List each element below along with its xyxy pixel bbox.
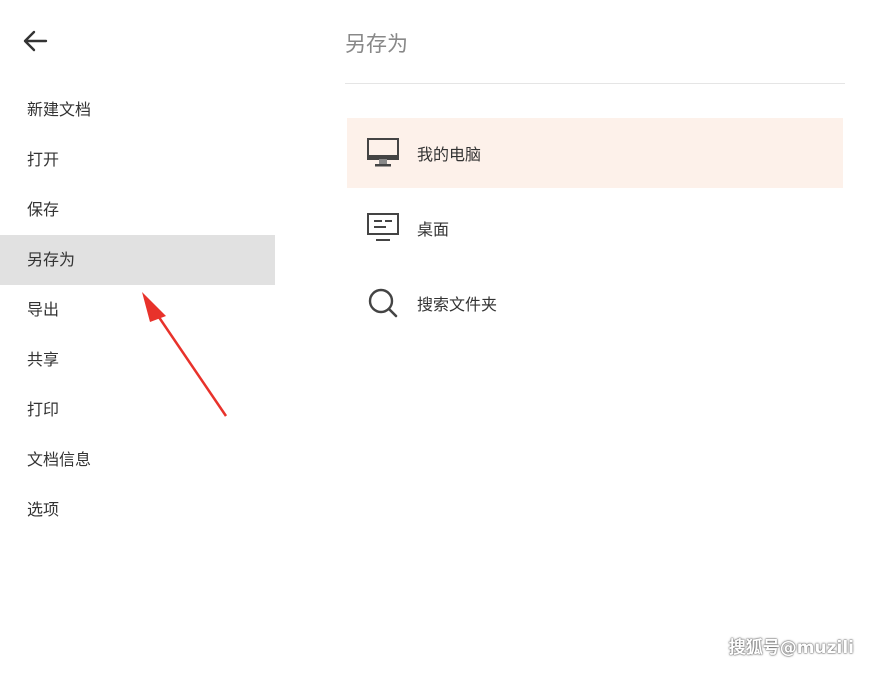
location-desktop[interactable]: 桌面 xyxy=(347,193,843,263)
desktop-icon xyxy=(365,210,401,246)
sidebar-item-open[interactable]: 打开 xyxy=(0,135,275,185)
back-button[interactable] xyxy=(18,26,52,60)
watermark: 搜狐号@muzili xyxy=(728,638,854,658)
sidebar-item-new-document[interactable]: 新建文档 xyxy=(0,85,275,135)
location-my-computer[interactable]: 我的电脑 xyxy=(347,118,843,188)
divider xyxy=(345,83,845,84)
location-search-folder[interactable]: 搜索文件夹 xyxy=(347,268,843,338)
location-label: 我的电脑 xyxy=(417,145,482,164)
search-icon xyxy=(365,285,401,321)
location-list: 我的电脑 桌面 搜索文件夹 xyxy=(347,118,843,343)
sidebar-item-options[interactable]: 选项 xyxy=(0,485,275,535)
page-title: 另存为 xyxy=(345,32,408,56)
sidebar-item-save-as[interactable]: 另存为 xyxy=(0,235,275,285)
location-label: 桌面 xyxy=(417,220,450,239)
sidebar-item-save[interactable]: 保存 xyxy=(0,185,275,235)
computer-icon xyxy=(365,135,401,171)
annotation-arrow xyxy=(136,288,236,424)
location-label: 搜索文件夹 xyxy=(417,295,498,314)
sidebar-item-document-info[interactable]: 文档信息 xyxy=(0,435,275,485)
arrow-left-icon xyxy=(22,30,48,56)
